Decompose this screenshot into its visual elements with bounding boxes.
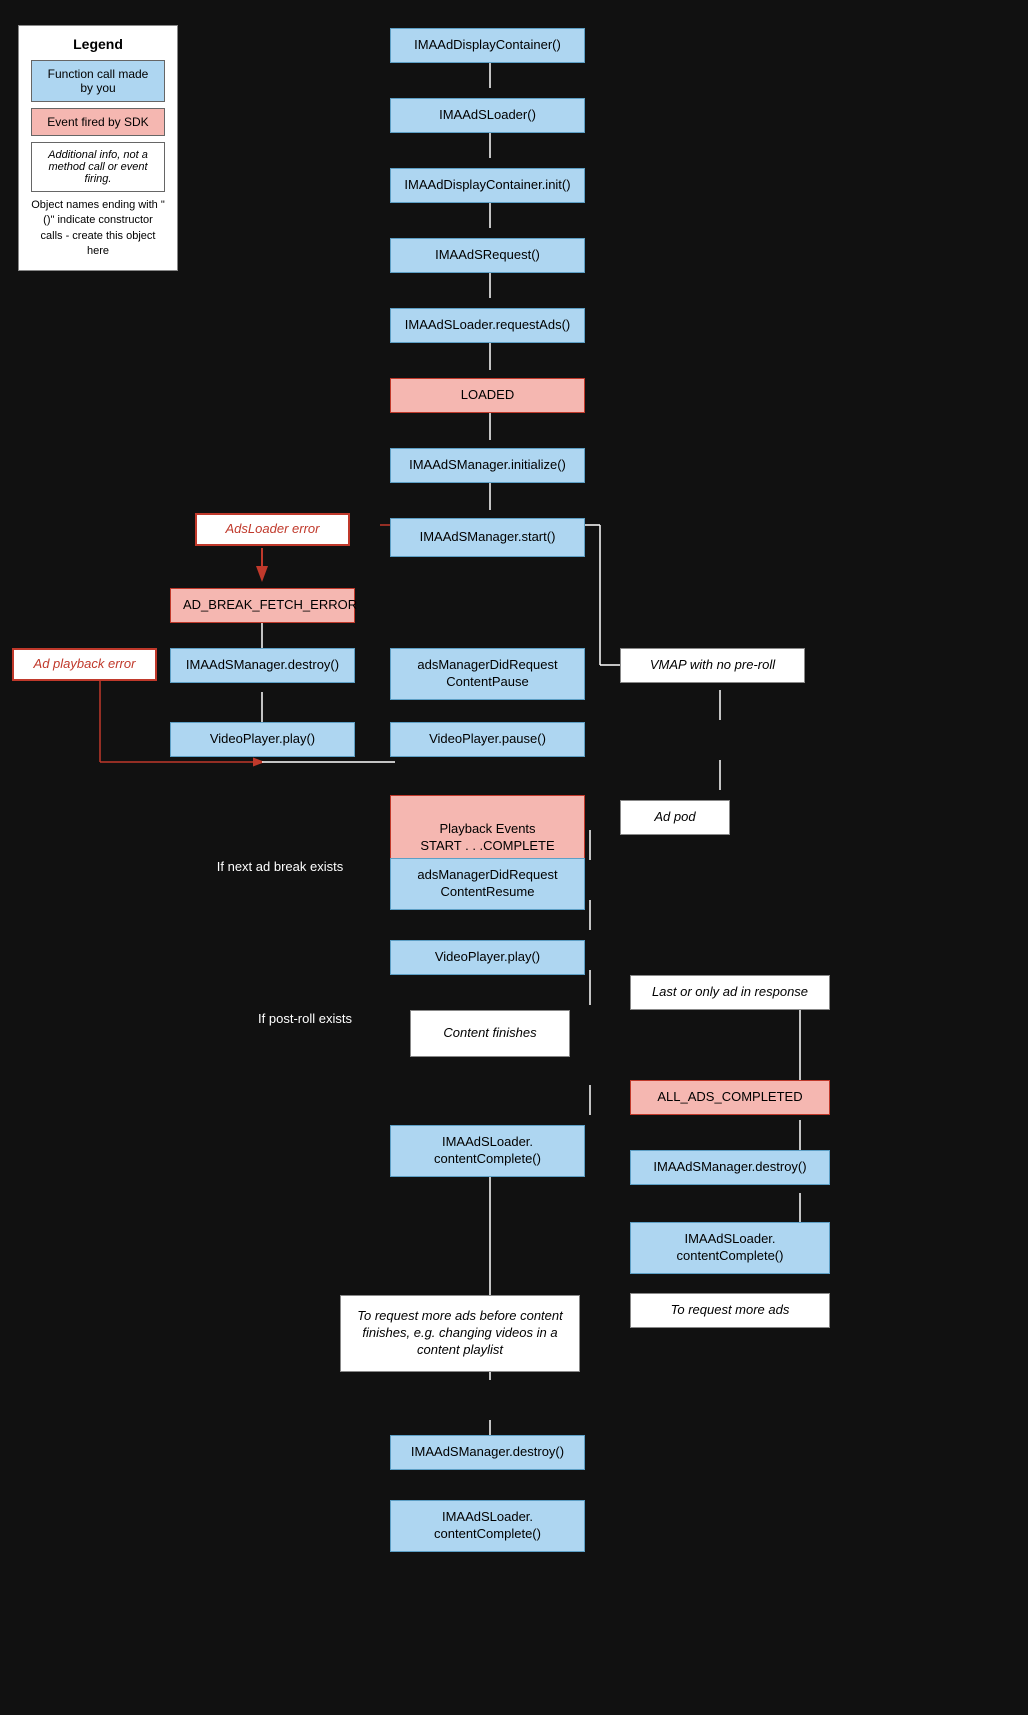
- ima-ads-manager-start-node: IMAAdSManager.​start(): [390, 518, 585, 557]
- ad-pod-node: Ad pod: [620, 800, 730, 835]
- to-request-more-ads-label-node: To request more ads: [630, 1293, 830, 1328]
- if-next-ad-break-node: If next ad break exists: [195, 858, 365, 876]
- ads-manager-did-request-content-resume-node: adsManagerDidRequest​ContentResume: [390, 858, 585, 910]
- if-post-roll-node: If post-roll exists: [230, 1010, 380, 1028]
- video-player-pause-node: VideoPlayer.​pause(): [390, 722, 585, 757]
- ima-display-container-init-node: IMAAd​DisplayContainer.init(): [390, 168, 585, 203]
- vmap-no-preroll-node: VMAP with no pre-roll: [620, 648, 805, 683]
- last-or-only-node: Last or only ad in response: [630, 975, 830, 1010]
- ima-ads-loader-content-complete3-node: IMAAdSLoader.​contentComplete(): [390, 1500, 585, 1552]
- ima-ads-manager-destroy2-node: IMAAdSManager.​destroy(): [630, 1150, 830, 1185]
- all-ads-completed-node: ALL_ADS_COMPLETED: [630, 1080, 830, 1115]
- legend: Legend Function call made by you Event f…: [18, 25, 178, 271]
- ima-ads-request-node: IMAAdSRequest(): [390, 238, 585, 273]
- content-finishes-node: Content finishes: [410, 1010, 570, 1057]
- ad-break-fetch-error-node: AD_BREAK_FETCH_ERROR: [170, 588, 355, 623]
- ads-manager-did-request-content-pause-node: adsManagerDidRequest​ContentPause: [390, 648, 585, 700]
- legend-blue-item: Function call made by you: [31, 60, 165, 102]
- ima-ads-loader-content-complete-node: IMAAdSLoader.​contentComplete(): [390, 1125, 585, 1177]
- ima-ads-manager-destroy3-node: IMAAdSManager.​destroy(): [390, 1435, 585, 1470]
- ima-ads-loader-content-complete2-node: IMAAdSLoader.​contentComplete(): [630, 1222, 830, 1274]
- ima-ads-loader-node: IMAAdSLoader(): [390, 98, 585, 133]
- legend-pink-item: Event fired by SDK: [31, 108, 165, 136]
- ima-ads-manager-init-node: IMAAdSManager.​initialize(): [390, 448, 585, 483]
- ima-ads-loader-request-node: IMAAdSLoader.​requestAds(): [390, 308, 585, 343]
- legend-italic-item: Additional info, not a method call or ev…: [31, 142, 165, 192]
- diagram-container: Legend Function call made by you Event f…: [0, 0, 1028, 1715]
- ima-display-container-node: IMAAd​DisplayContainer(): [390, 28, 585, 63]
- loaded-node: LOADED: [390, 378, 585, 413]
- legend-note: Object names ending with "()" indicate c…: [31, 198, 165, 260]
- ad-playback-error-node: Ad playback error: [12, 648, 157, 681]
- to-request-more-before-content-node: To request more ads before content finis…: [340, 1295, 580, 1372]
- playback-events-node: Playback Events START . . .COMPLETE: [390, 795, 585, 864]
- video-player-play-left-node: VideoPlayer.​play(): [170, 722, 355, 757]
- video-player-play2-node: VideoPlayer.​play(): [390, 940, 585, 975]
- ads-loader-error-node: AdsLoader error: [195, 513, 350, 546]
- legend-title: Legend: [31, 36, 165, 52]
- ima-ads-manager-destroy-node: IMAAdSManager.​destroy(): [170, 648, 355, 683]
